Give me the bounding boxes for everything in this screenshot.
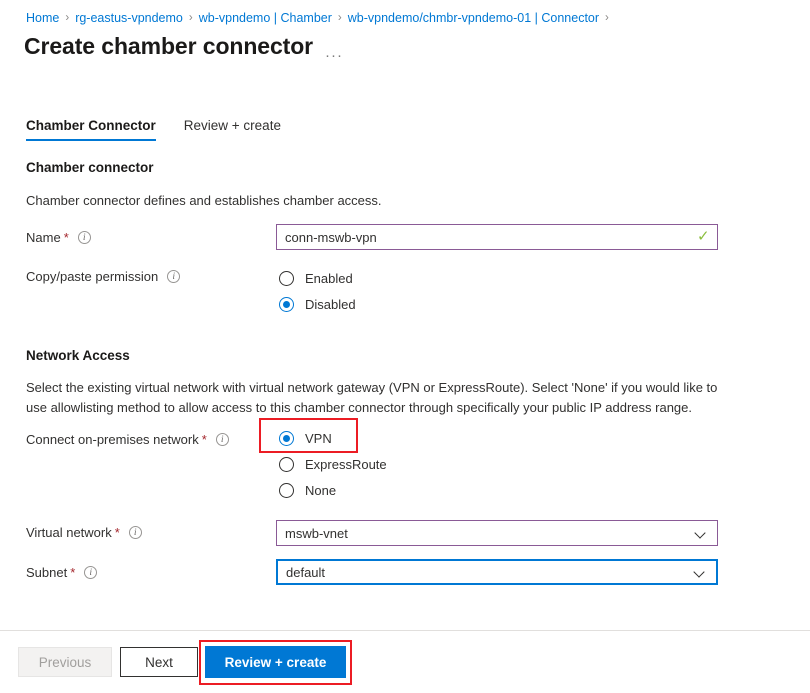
radio-label-none: None: [305, 482, 337, 498]
label-copy-paste-permission-text: Copy/paste permission: [26, 269, 159, 284]
virtual-network-dropdown[interactable]: mswb-vnet: [276, 520, 718, 546]
subnet-dropdown[interactable]: default: [276, 559, 718, 585]
breadcrumb: Home › rg-eastus-vpndemo › wb-vpndemo | …: [26, 9, 615, 27]
radio-icon-disabled[interactable]: [279, 296, 294, 312]
required-asterisk: *: [201, 432, 207, 447]
radio-label-expressroute: ExpressRoute: [305, 456, 387, 472]
next-button[interactable]: Next: [120, 647, 198, 677]
info-icon[interactable]: i: [84, 566, 98, 579]
tab-list: Chamber Connector Review + create: [26, 118, 309, 141]
chevron-right-icon: ›: [65, 12, 70, 24]
radio-option-enabled[interactable]: Enabled: [279, 265, 356, 291]
required-asterisk: *: [63, 230, 69, 245]
info-icon[interactable]: i: [128, 526, 142, 539]
breadcrumb-item-connector[interactable]: wb-vpndemo/chmbr-vpndemo-01 | Connector: [348, 11, 599, 25]
radio-option-vpn[interactable]: VPN: [279, 425, 387, 451]
label-name-text: Name: [26, 230, 61, 245]
label-virtual-network: Virtual network * i: [26, 525, 142, 540]
radio-label-enabled: Enabled: [305, 270, 353, 286]
required-asterisk: *: [114, 525, 120, 540]
breadcrumb-item-resource-group[interactable]: rg-eastus-vpndemo: [75, 11, 183, 25]
radio-option-expressroute[interactable]: ExpressRoute: [279, 451, 387, 477]
info-icon[interactable]: i: [167, 270, 181, 283]
label-subnet: Subnet * i: [26, 565, 98, 580]
review-create-button[interactable]: Review + create: [205, 646, 346, 678]
chevron-right-icon: ›: [188, 12, 193, 24]
section-description-chamber-connector: Chamber connector defines and establishe…: [26, 193, 382, 208]
radio-icon-vpn[interactable]: [279, 430, 294, 446]
virtual-network-selected-value: mswb-vnet: [285, 525, 348, 541]
label-connect-on-premises-network-text: Connect on-premises network: [26, 432, 199, 447]
section-heading-chamber-connector: Chamber connector: [26, 160, 154, 175]
label-copy-paste-permission: Copy/paste permission i: [26, 269, 181, 284]
label-virtual-network-text: Virtual network: [26, 525, 112, 540]
label-name: Name * i: [26, 230, 91, 245]
chevron-down-icon: [694, 566, 706, 578]
footer-divider: [0, 630, 810, 631]
radio-option-disabled[interactable]: Disabled: [279, 291, 356, 317]
breadcrumb-item-chamber[interactable]: wb-vpndemo | Chamber: [199, 11, 332, 25]
page-title: Create chamber connector: [24, 33, 314, 59]
chevron-down-icon: [695, 527, 707, 539]
radio-icon-enabled[interactable]: [279, 270, 294, 286]
info-icon[interactable]: i: [77, 231, 91, 244]
radio-option-none[interactable]: None: [279, 477, 387, 503]
breadcrumb-item-home[interactable]: Home: [26, 11, 59, 25]
required-asterisk: *: [70, 565, 76, 580]
radio-icon-none[interactable]: [279, 482, 294, 498]
section-heading-network-access: Network Access: [26, 348, 130, 363]
radio-label-vpn: VPN: [305, 430, 332, 446]
radio-label-disabled: Disabled: [305, 296, 356, 312]
label-connect-on-premises-network: Connect on-premises network * i: [26, 432, 229, 447]
info-icon[interactable]: i: [215, 433, 229, 446]
more-options-icon[interactable]: ···: [325, 47, 343, 64]
chevron-right-icon: ›: [605, 12, 609, 24]
section-description-network-access: Select the existing virtual network with…: [26, 380, 718, 415]
label-subnet-text: Subnet: [26, 565, 68, 580]
name-input[interactable]: [276, 224, 718, 250]
radio-group-connect-on-premises-network: VPN ExpressRoute None: [279, 425, 387, 503]
radio-group-copy-paste-permission: Enabled Disabled: [279, 265, 356, 317]
tab-chamber-connector[interactable]: Chamber Connector: [26, 118, 156, 141]
chevron-right-icon: ›: [337, 12, 342, 24]
subnet-selected-value: default: [286, 564, 326, 580]
tab-review-create[interactable]: Review + create: [184, 118, 281, 141]
previous-button[interactable]: Previous: [18, 647, 112, 677]
radio-icon-expressroute[interactable]: [279, 456, 294, 472]
